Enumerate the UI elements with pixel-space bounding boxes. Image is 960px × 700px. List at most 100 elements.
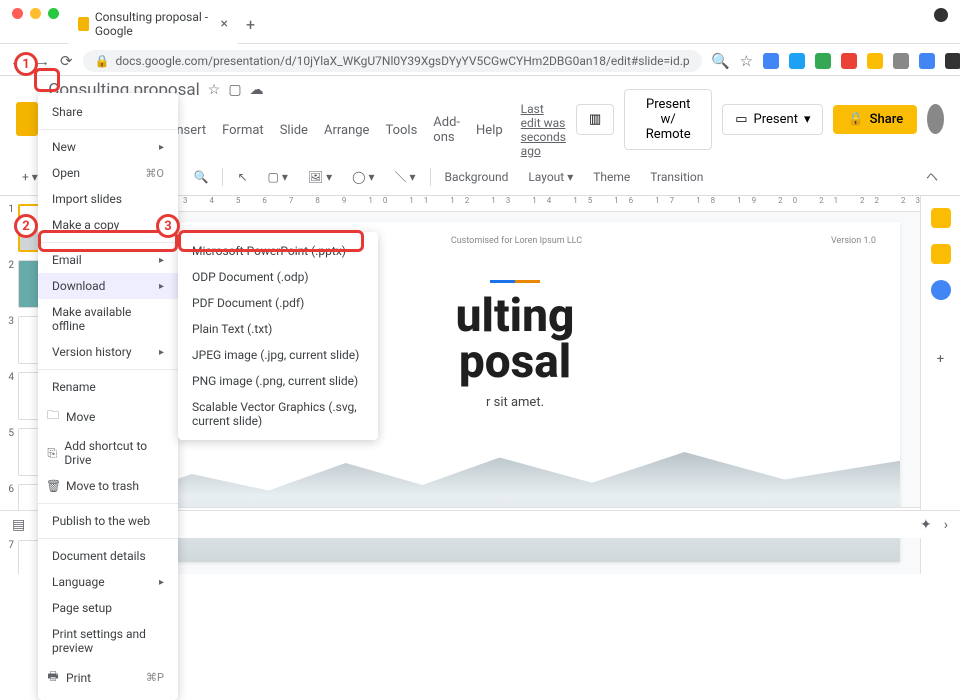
explore-icon[interactable]: ✦ bbox=[920, 517, 932, 533]
slide-version: Version 1.0 bbox=[831, 236, 876, 246]
chevron-right-icon: ▸ bbox=[159, 142, 164, 153]
chevron-right-icon[interactable]: › bbox=[944, 517, 948, 533]
folder-icon: 🗀 bbox=[46, 406, 60, 427]
present-button[interactable]: ▭Present▾ bbox=[722, 104, 823, 135]
filmstrip-view-icon[interactable]: ▤ bbox=[12, 517, 25, 533]
textbox-icon[interactable]: ▢ ▾ bbox=[262, 166, 294, 188]
separator bbox=[38, 369, 178, 370]
chevron-down-icon: ▾ bbox=[804, 112, 811, 127]
tab-close-icon[interactable]: × bbox=[221, 16, 228, 32]
tasks-icon[interactable] bbox=[931, 244, 951, 264]
print-icon: 🖶 bbox=[46, 667, 60, 688]
menu-addons[interactable]: Add-ons bbox=[427, 113, 466, 147]
menu-publish[interactable]: Publish to the web bbox=[38, 508, 178, 534]
ext-icon[interactable] bbox=[945, 53, 960, 69]
ext-icon[interactable] bbox=[867, 53, 883, 69]
avatar[interactable] bbox=[927, 104, 944, 134]
menu-move[interactable]: 🗀Move bbox=[38, 400, 178, 433]
menu-tools[interactable]: Tools bbox=[379, 121, 423, 140]
image-icon[interactable]: 🖼 ▾ bbox=[302, 166, 338, 188]
menu-print-settings[interactable]: Print settings and preview bbox=[38, 621, 178, 661]
new-tab-button[interactable]: + bbox=[238, 11, 263, 38]
search-icon[interactable]: 🔍 bbox=[712, 52, 730, 70]
share-label: Share bbox=[870, 112, 904, 127]
submenu-txt[interactable]: Plain Text (.txt) bbox=[178, 316, 378, 342]
annotation-3: 3 bbox=[156, 214, 180, 238]
submenu-odp[interactable]: ODP Document (.odp) bbox=[178, 264, 378, 290]
line-icon[interactable]: ＼ ▾ bbox=[389, 164, 422, 189]
submenu-svg[interactable]: Scalable Vector Graphics (.svg, current … bbox=[178, 394, 378, 434]
address-row: ← → ⟳ 🔒 docs.google.com/presentation/d/1… bbox=[0, 43, 960, 78]
submenu-pdf[interactable]: PDF Document (.pdf) bbox=[178, 290, 378, 316]
menu-slide[interactable]: Slide bbox=[274, 121, 314, 140]
present-label: Present bbox=[754, 112, 798, 127]
select-icon[interactable]: ↖ bbox=[231, 166, 253, 188]
ext-icon[interactable] bbox=[763, 53, 779, 69]
thumb-number: 5 bbox=[4, 428, 14, 439]
last-edit-link[interactable]: Last edit was seconds ago bbox=[521, 102, 566, 158]
ext-icon[interactable] bbox=[841, 53, 857, 69]
maximize-window-icon[interactable] bbox=[48, 8, 59, 19]
thumb-number: 7 bbox=[4, 540, 14, 551]
share-button[interactable]: 🔒Share bbox=[833, 105, 917, 134]
zoom-icon[interactable]: 🔍 bbox=[188, 166, 215, 188]
browser-chrome: Consulting proposal - Google × + ← → ⟳ 🔒… bbox=[0, 0, 960, 76]
menu-page-setup[interactable]: Page setup bbox=[38, 595, 178, 621]
tab-strip: Consulting proposal - Google × + bbox=[60, 4, 271, 44]
browser-tab[interactable]: Consulting proposal - Google × bbox=[68, 4, 238, 44]
ext-icon[interactable] bbox=[919, 53, 935, 69]
menu-new[interactable]: New▸ bbox=[38, 134, 178, 160]
slides-app-icon[interactable] bbox=[16, 102, 38, 136]
collapse-toolbar-icon[interactable]: ヘ bbox=[920, 164, 944, 189]
thumb-number: 2 bbox=[4, 260, 14, 271]
submenu-pptx[interactable]: Microsoft PowerPoint (.pptx) bbox=[178, 238, 378, 264]
background-button[interactable]: Background bbox=[439, 166, 515, 188]
separator bbox=[38, 129, 178, 130]
ext-icon[interactable] bbox=[789, 53, 805, 69]
present-remote-button[interactable]: Present w/ Remote bbox=[624, 89, 712, 150]
ext-icon[interactable] bbox=[893, 53, 909, 69]
chevron-right-icon: ▸ bbox=[159, 577, 164, 588]
menu-language[interactable]: Language▸ bbox=[38, 569, 178, 595]
contacts-icon[interactable] bbox=[931, 280, 951, 300]
add-addon-icon[interactable]: + bbox=[931, 352, 951, 372]
menu-share[interactable]: Share bbox=[38, 99, 178, 125]
submenu-png[interactable]: PNG image (.png, current slide) bbox=[178, 368, 378, 394]
menu-arrange[interactable]: Arrange bbox=[318, 121, 375, 140]
extension-icons: f? ⋮ bbox=[763, 53, 960, 69]
ext-icon[interactable] bbox=[815, 53, 831, 69]
address-bar[interactable]: 🔒 docs.google.com/presentation/d/10jYlaX… bbox=[83, 50, 702, 72]
download-submenu: Microsoft PowerPoint (.pptx) ODP Documen… bbox=[178, 232, 378, 440]
menu-move-to-trash[interactable]: 🗑Move to trash bbox=[38, 473, 178, 499]
menu-import-slides[interactable]: Import slides bbox=[38, 186, 178, 212]
menu-email[interactable]: Email▸ bbox=[38, 247, 178, 273]
menu-format[interactable]: Format bbox=[216, 121, 270, 140]
star-icon[interactable]: ☆ bbox=[740, 52, 753, 70]
star-doc-icon[interactable]: ☆ bbox=[208, 82, 221, 98]
profile-dot-icon[interactable] bbox=[934, 8, 948, 22]
menu-rename[interactable]: Rename bbox=[38, 374, 178, 400]
meet-button[interactable]: ▥ bbox=[576, 104, 614, 135]
menu-doc-details[interactable]: Document details bbox=[38, 543, 178, 569]
layout-button[interactable]: Layout ▾ bbox=[522, 166, 579, 188]
menu-download[interactable]: Download▸ bbox=[38, 273, 178, 299]
menu-open[interactable]: Open⌘O bbox=[38, 160, 178, 186]
present-remote-label: Present w/ Remote bbox=[637, 97, 699, 142]
transition-button[interactable]: Transition bbox=[644, 166, 709, 188]
menu-print[interactable]: 🖶Print⌘P bbox=[38, 661, 178, 694]
shape-icon[interactable]: ◯ ▾ bbox=[346, 166, 380, 188]
menu-help[interactable]: Help bbox=[470, 121, 509, 140]
menu-version-history[interactable]: Version history▸ bbox=[38, 339, 178, 365]
keep-icon[interactable] bbox=[931, 208, 951, 228]
submenu-jpeg[interactable]: JPEG image (.jpg, current slide) bbox=[178, 342, 378, 368]
menu-make-available-offline[interactable]: Make available offline bbox=[38, 299, 178, 339]
minimize-window-icon[interactable] bbox=[30, 8, 41, 19]
cloud-status-icon[interactable]: ☁ bbox=[250, 82, 264, 98]
theme-button[interactable]: Theme bbox=[587, 166, 636, 188]
thumb-number: 4 bbox=[4, 372, 14, 383]
meet-icon: ▥ bbox=[589, 112, 601, 127]
menu-add-shortcut[interactable]: ⎘Add shortcut to Drive bbox=[38, 433, 178, 473]
move-doc-icon[interactable]: ▢ bbox=[228, 82, 241, 98]
close-window-icon[interactable] bbox=[12, 8, 23, 19]
reload-button[interactable]: ⟳ bbox=[60, 52, 73, 70]
